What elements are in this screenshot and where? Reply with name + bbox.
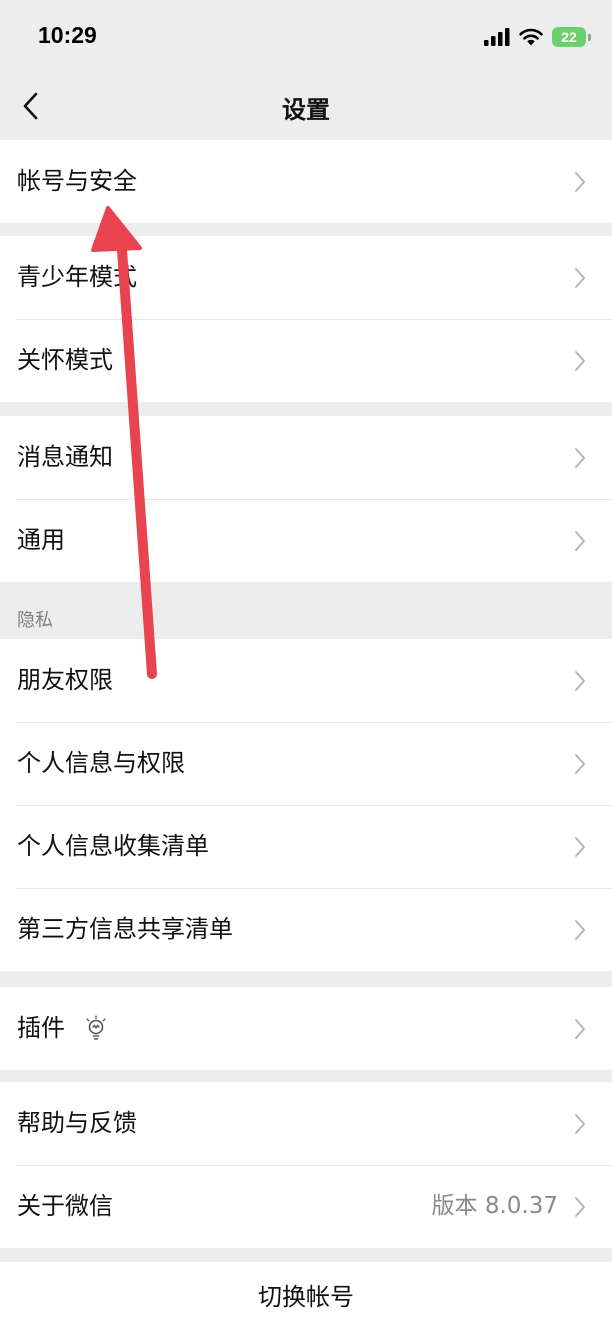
- chevron-right-icon: [575, 1114, 585, 1134]
- settings-group-account: 帐号与安全: [0, 140, 612, 223]
- chevron-right-icon: [575, 920, 585, 940]
- settings-item-general[interactable]: 通用: [0, 499, 612, 582]
- status-bar: 10:29 22: [0, 0, 612, 76]
- settings-item-label: 帮助与反馈: [17, 1109, 137, 1137]
- chevron-right-icon: [575, 1197, 585, 1217]
- lightbulb-icon: [86, 1015, 106, 1040]
- switch-account-label: 切换帐号: [258, 1283, 354, 1311]
- settings-item-label: 通用: [17, 526, 65, 554]
- settings-item-youth-mode[interactable]: 青少年模式: [0, 236, 612, 319]
- settings-item-personal-info-list[interactable]: 个人信息收集清单: [0, 805, 612, 888]
- chevron-right-icon: [575, 531, 585, 551]
- settings-item-personal-info-permissions[interactable]: 个人信息与权限: [0, 722, 612, 805]
- chevron-right-icon: [575, 837, 585, 857]
- settings-item-label: 插件: [17, 1014, 65, 1042]
- settings-group-about: 帮助与反馈 关于微信 版本 8.0.37: [0, 1082, 612, 1248]
- settings-item-label: 第三方信息共享清单: [17, 915, 233, 943]
- settings-item-label: 关于微信: [17, 1192, 113, 1220]
- settings-item-account-security[interactable]: 帐号与安全: [0, 140, 612, 223]
- status-time: 10:29: [38, 22, 97, 48]
- settings-item-label: 个人信息与权限: [17, 749, 185, 777]
- settings-item-label: 个人信息收集清单: [17, 832, 209, 860]
- chevron-right-icon: [575, 448, 585, 468]
- nav-bar: 设置: [0, 76, 612, 138]
- settings-item-help-feedback[interactable]: 帮助与反馈: [0, 1082, 612, 1165]
- settings-item-label: 青少年模式: [17, 263, 137, 291]
- battery-cap: [588, 34, 591, 41]
- settings-group-plugins: 插件: [0, 987, 612, 1070]
- settings-item-notifications[interactable]: 消息通知: [0, 416, 612, 499]
- cellular-signal-icon: [484, 28, 510, 46]
- version-value: 版本 8.0.37: [431, 1193, 558, 1219]
- settings-item-label: 朋友权限: [17, 666, 113, 694]
- chevron-right-icon: [575, 268, 585, 288]
- settings-item-label: 关怀模式: [17, 346, 113, 374]
- chevron-right-icon: [575, 754, 585, 774]
- wifi-icon: [519, 28, 543, 46]
- section-header-privacy: 隐私: [17, 610, 53, 631]
- settings-group-general: 消息通知 通用: [0, 416, 612, 582]
- chevron-right-icon: [575, 1019, 585, 1039]
- settings-item-about-wechat[interactable]: 关于微信 版本 8.0.37: [0, 1165, 612, 1248]
- chevron-right-icon: [575, 351, 585, 371]
- status-icons: 22: [484, 24, 591, 50]
- chevron-right-icon: [575, 671, 585, 691]
- settings-item-friend-permissions[interactable]: 朋友权限: [0, 639, 612, 722]
- settings-item-label: 消息通知: [17, 443, 113, 471]
- page-title: 设置: [282, 96, 330, 124]
- settings-item-plugins[interactable]: 插件: [0, 987, 612, 1070]
- settings-item-care-mode[interactable]: 关怀模式: [0, 319, 612, 402]
- settings-item-label: 帐号与安全: [17, 167, 137, 195]
- settings-group-privacy: 朋友权限 个人信息与权限 个人信息收集清单 第三方信息共享清单: [0, 639, 612, 971]
- settings-group-modes: 青少年模式 关怀模式: [0, 236, 612, 402]
- battery-level: 22: [561, 29, 577, 45]
- switch-account-button[interactable]: 切换帐号: [0, 1262, 612, 1332]
- settings-item-third-party-sharing-list[interactable]: 第三方信息共享清单: [0, 888, 612, 971]
- battery-indicator: 22: [552, 27, 591, 47]
- chevron-right-icon: [575, 172, 585, 192]
